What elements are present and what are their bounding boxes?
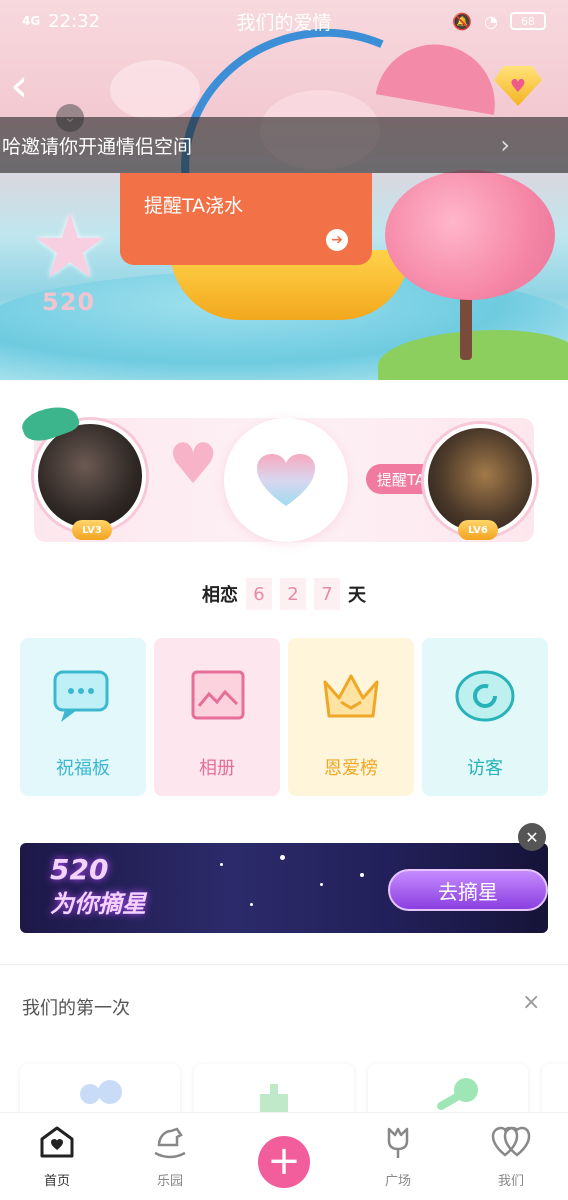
divider xyxy=(0,964,568,965)
add-button[interactable]: + xyxy=(258,1136,310,1188)
status-bar: 4G 22:32 我们的爱情 🔕 ◔ 68 xyxy=(0,0,568,42)
tile-album[interactable]: 相册 xyxy=(154,638,280,796)
mute-icon: 🔕 xyxy=(452,11,473,31)
promo-title-number: 520 xyxy=(50,853,109,886)
add-icon: + xyxy=(267,1138,301,1184)
tile-blessing-board[interactable]: 祝福板 xyxy=(20,638,146,796)
tile-love-ranking[interactable]: 恩爱榜 xyxy=(288,638,414,796)
star-icon[interactable]: ★ xyxy=(28,203,112,291)
nav-label: 广场 xyxy=(384,1174,411,1189)
pick-star-button[interactable]: 去摘星 xyxy=(388,869,548,911)
nav-label: 乐园 xyxy=(156,1174,183,1189)
section-title: 我们的第一次 xyxy=(22,998,130,1019)
chevron-right-icon: › xyxy=(500,131,510,159)
photo-album-icon xyxy=(191,670,245,720)
love-tree[interactable] xyxy=(385,170,555,300)
promo-title: 520 为你摘星 xyxy=(50,853,146,921)
nav-label: 我们 xyxy=(497,1174,524,1189)
close-promo-button[interactable]: ✕ xyxy=(518,823,546,851)
star-dot xyxy=(320,883,323,886)
level-badge-right: LV6 xyxy=(458,520,498,540)
wifi-icon: ◔ xyxy=(484,11,498,31)
tile-label: 祝福板 xyxy=(56,758,110,779)
heart-decoration: ♥ xyxy=(168,432,219,497)
star-dot xyxy=(220,863,223,866)
days-prefix: 相恋 xyxy=(202,585,238,606)
tile-label: 相册 xyxy=(199,758,235,779)
tulip-icon xyxy=(378,1124,418,1160)
promo-banner[interactable]: 520 为你摘星 去摘星 xyxy=(20,843,548,933)
tile-visitors[interactable]: 访客 xyxy=(422,638,548,796)
message-bubble-icon xyxy=(53,670,109,722)
crown-icon xyxy=(323,674,379,718)
nav-us[interactable]: 我们 xyxy=(471,1124,551,1194)
nav-home[interactable]: 首页 xyxy=(17,1124,97,1194)
nav-label: 首页 xyxy=(43,1174,70,1189)
star-dot xyxy=(280,855,285,860)
cloud-decoration xyxy=(110,60,200,120)
days-digit: 6 xyxy=(246,578,272,610)
star-count: 520 xyxy=(42,288,96,316)
days-digit: 2 xyxy=(280,578,306,610)
arrow-right-icon[interactable]: ➔ xyxy=(326,229,348,251)
days-suffix: 天 xyxy=(348,585,366,606)
star-dot xyxy=(250,903,253,906)
promo-title-text: 为你摘星 xyxy=(50,890,146,918)
remind-water-label: 提醒TA浇水 xyxy=(144,195,244,217)
tile-label: 访客 xyxy=(467,758,503,779)
level-badge-left: LV3 xyxy=(72,520,112,540)
visitor-ring-icon xyxy=(455,670,515,722)
nav-park[interactable]: 乐园 xyxy=(130,1124,210,1194)
clock: 22:32 xyxy=(48,10,101,32)
chevron-left-icon: ‹ xyxy=(10,58,29,112)
back-button[interactable]: ‹ xyxy=(10,62,50,110)
battery-icon: 68 xyxy=(510,12,546,30)
close-icon: ✕ xyxy=(525,827,539,847)
rocking-horse-icon xyxy=(150,1124,190,1160)
nav-square[interactable]: 广场 xyxy=(358,1124,438,1194)
double-heart-icon xyxy=(491,1124,531,1160)
tile-label: 恩爱榜 xyxy=(324,758,378,779)
star-dot xyxy=(360,873,364,877)
days-digit: 7 xyxy=(314,578,340,610)
heart-icon xyxy=(257,454,315,506)
close-section-button[interactable]: × xyxy=(522,990,540,1015)
love-heart-button[interactable] xyxy=(224,418,348,542)
remind-water-card[interactable]: 提醒TA浇水 ➔ xyxy=(120,173,372,265)
days-together: 相恋 6 2 7 天 xyxy=(0,574,568,614)
diamond-heart-icon: ♥ xyxy=(509,75,527,97)
signal-indicator: 4G xyxy=(22,14,41,28)
invite-text: 哈邀请你开通情侣空间 xyxy=(2,135,193,158)
invite-banner[interactable]: 哈邀请你开通情侣空间 › xyxy=(0,117,568,173)
home-heart-icon xyxy=(37,1124,77,1160)
